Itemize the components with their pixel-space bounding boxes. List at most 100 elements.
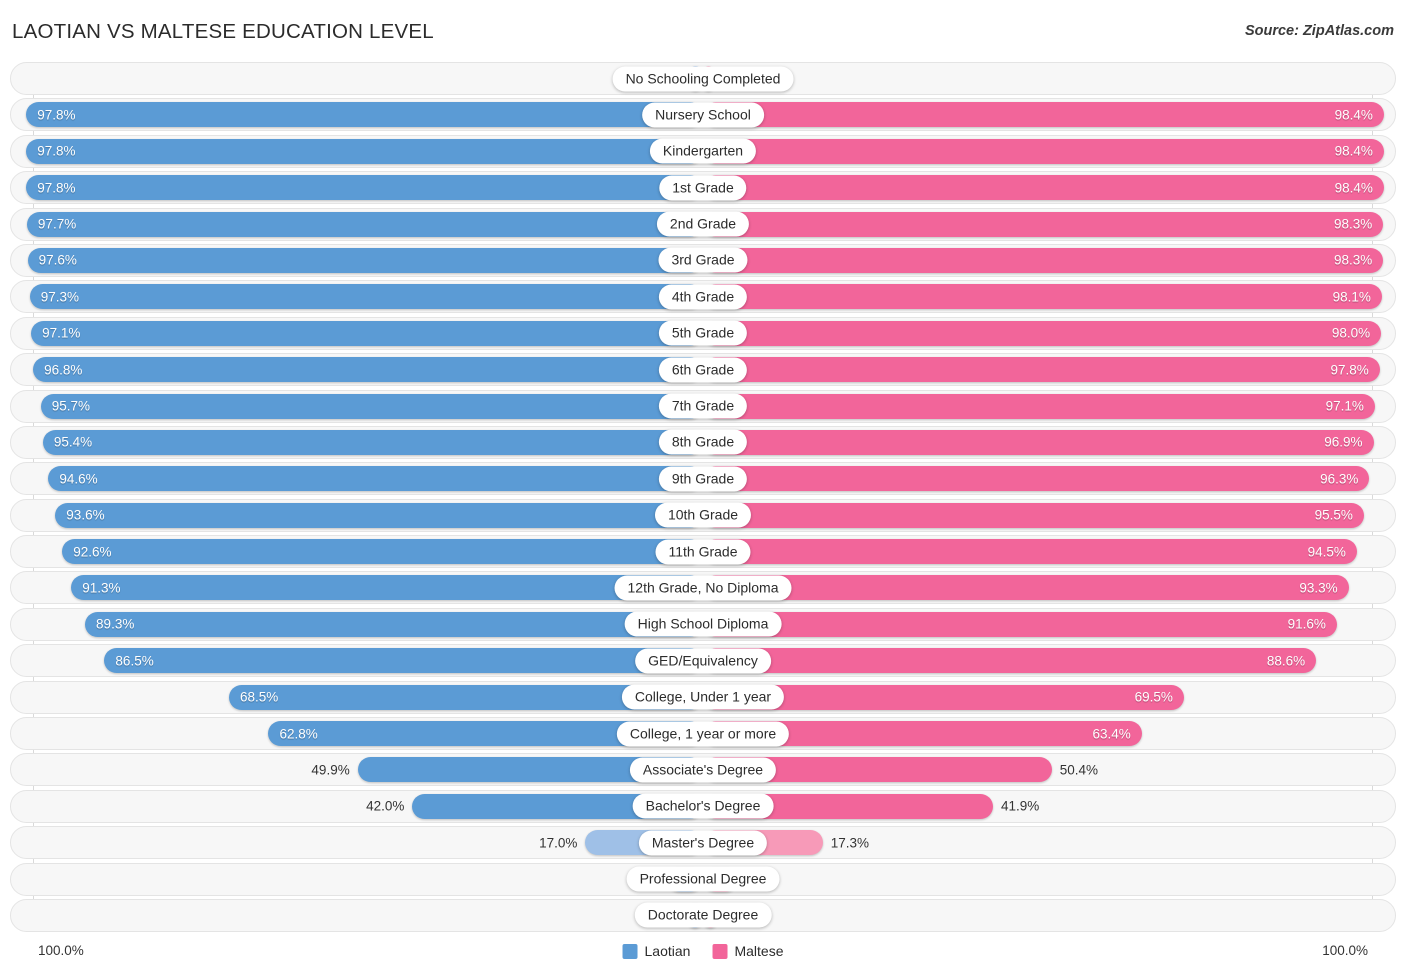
bar-laotian[interactable]: 96.8% bbox=[33, 357, 703, 383]
bar-half-maltese: 98.0% bbox=[703, 318, 1395, 349]
bar-value-laotian: 94.6% bbox=[59, 471, 98, 487]
bar-half-laotian: 2.3% bbox=[11, 900, 703, 931]
bar-maltese[interactable]: 93.3% bbox=[703, 575, 1349, 601]
bar-laotian[interactable]: 95.7% bbox=[40, 393, 703, 419]
table-row[interactable]: 42.0% 41.9% Bachelor's Degree bbox=[10, 789, 1396, 823]
table-row[interactable]: 96.8% 97.8% 6th Grade bbox=[10, 353, 1396, 387]
bar-half-maltese: 94.5% bbox=[703, 536, 1395, 567]
bar-maltese[interactable]: 96.9% bbox=[703, 429, 1374, 455]
bar-laotian[interactable]: 92.6% bbox=[62, 539, 703, 565]
bar-value-laotian: 49.9% bbox=[311, 762, 350, 778]
table-row[interactable]: 68.5% 69.5% College, Under 1 year bbox=[10, 680, 1396, 714]
bar-value-maltese: 95.5% bbox=[1314, 507, 1353, 523]
bar-maltese[interactable]: 98.4% bbox=[703, 175, 1384, 201]
bar-maltese[interactable]: 98.0% bbox=[703, 320, 1382, 346]
table-row[interactable]: 91.3% 93.3% 12th Grade, No Diploma bbox=[10, 571, 1396, 605]
table-row[interactable]: 94.6% 96.3% 9th Grade bbox=[10, 462, 1396, 496]
table-row[interactable]: 2.3%2.1%Doctorate Degree bbox=[10, 898, 1396, 932]
bar-half-laotian: 97.7% bbox=[11, 209, 703, 240]
legend-item-maltese[interactable]: Maltese bbox=[712, 943, 783, 959]
table-row[interactable]: 97.1% 98.0% 5th Grade bbox=[10, 316, 1396, 350]
chart-footer: 100.0% Laotian Maltese 100.0% bbox=[0, 937, 1406, 975]
table-row[interactable]: 97.3% 98.1% 4th Grade bbox=[10, 280, 1396, 314]
bar-half-maltese: 97.1% bbox=[703, 391, 1395, 422]
bar-maltese[interactable]: 98.3% bbox=[703, 211, 1384, 237]
bar-maltese[interactable]: 98.4% bbox=[703, 102, 1384, 128]
axis-max-left: 100.0% bbox=[38, 943, 84, 958]
bar-value-maltese: 98.4% bbox=[1334, 180, 1373, 196]
bar-value-laotian: 17.0% bbox=[539, 835, 578, 851]
bar-half-maltese: 95.5% bbox=[703, 500, 1395, 531]
bar-value-maltese: 88.6% bbox=[1266, 653, 1306, 669]
table-row[interactable]: 86.5% 88.6% GED/Equivalency bbox=[10, 644, 1396, 678]
bar-half-laotian: 91.3% bbox=[11, 572, 703, 603]
bar-half-maltese: 41.9% bbox=[703, 791, 1395, 822]
bar-laotian[interactable]: 97.6% bbox=[27, 247, 703, 273]
bar-laotian[interactable]: 97.7% bbox=[26, 211, 703, 237]
bar-maltese[interactable]: 98.1% bbox=[703, 284, 1382, 310]
bar-half-maltese: 98.4% bbox=[703, 99, 1395, 130]
bar-half-laotian: 97.6% bbox=[11, 245, 703, 276]
bar-half-maltese: 96.9% bbox=[703, 427, 1395, 458]
bar-half-maltese: 98.3% bbox=[703, 209, 1395, 240]
bar-maltese[interactable]: 96.3% bbox=[703, 466, 1370, 492]
table-row[interactable]: 95.7% 97.1% 7th Grade bbox=[10, 389, 1396, 423]
bar-laotian[interactable]: 95.4% bbox=[42, 429, 703, 455]
bar-maltese[interactable]: 98.3% bbox=[703, 247, 1384, 273]
table-row[interactable]: 93.6% 95.5% 10th Grade bbox=[10, 498, 1396, 532]
bar-half-laotian: 96.8% bbox=[11, 354, 703, 385]
axis-max-right: 100.0% bbox=[1322, 943, 1368, 958]
bar-laotian[interactable]: 97.8% bbox=[26, 102, 703, 128]
bar-half-maltese: 2.1% bbox=[703, 900, 1395, 931]
bar-laotian[interactable]: 94.6% bbox=[48, 466, 703, 492]
table-row[interactable]: 97.8% 98.4% Kindergarten bbox=[10, 134, 1396, 168]
bar-laotian[interactable]: 93.6% bbox=[55, 502, 703, 528]
bar-laotian[interactable]: 97.8% bbox=[26, 138, 703, 164]
category-label: Doctorate Degree bbox=[634, 902, 772, 928]
bar-value-laotian: 95.4% bbox=[53, 434, 93, 450]
bar-half-laotian: 97.8% bbox=[11, 172, 703, 203]
category-label: 7th Grade bbox=[658, 393, 748, 419]
bar-maltese[interactable]: 95.5% bbox=[703, 502, 1364, 528]
table-row[interactable]: 97.6% 98.3% 3rd Grade bbox=[10, 243, 1396, 277]
bar-laotian[interactable]: 86.5% bbox=[104, 648, 703, 674]
bar-half-laotian: 68.5% bbox=[11, 682, 703, 713]
bar-laotian[interactable]: 97.1% bbox=[31, 320, 703, 346]
bar-value-maltese: 98.0% bbox=[1331, 325, 1371, 341]
bar-laotian[interactable]: 91.3% bbox=[71, 575, 703, 601]
bar-half-maltese: 91.6% bbox=[703, 609, 1395, 640]
bar-half-laotian: 93.6% bbox=[11, 500, 703, 531]
category-label: 10th Grade bbox=[654, 502, 752, 528]
bar-maltese[interactable]: 97.1% bbox=[703, 393, 1375, 419]
legend-item-laotian[interactable]: Laotian bbox=[622, 943, 690, 959]
table-row[interactable]: 97.7% 98.3% 2nd Grade bbox=[10, 207, 1396, 241]
bar-laotian[interactable]: 89.3% bbox=[85, 611, 703, 637]
table-row[interactable]: 95.4% 96.9% 8th Grade bbox=[10, 425, 1396, 459]
table-row[interactable]: 5.2%5.0%Professional Degree bbox=[10, 862, 1396, 896]
table-row[interactable]: 62.8% 63.4% College, 1 year or more bbox=[10, 717, 1396, 751]
source-attribution: Source: ZipAtlas.com bbox=[1244, 23, 1394, 39]
bar-half-maltese: 98.1% bbox=[703, 281, 1395, 312]
bar-maltese[interactable]: 94.5% bbox=[703, 539, 1357, 565]
bar-maltese[interactable]: 91.6% bbox=[703, 611, 1337, 637]
bar-laotian[interactable]: 97.8% bbox=[26, 175, 703, 201]
bar-half-maltese: 98.3% bbox=[703, 245, 1395, 276]
table-row[interactable]: 97.8% 98.4% Nursery School bbox=[10, 98, 1396, 132]
category-label: 3rd Grade bbox=[658, 247, 748, 273]
table-row[interactable]: 17.0% 17.3% Master's Degree bbox=[10, 826, 1396, 860]
table-row[interactable]: 97.8% 98.4% 1st Grade bbox=[10, 171, 1396, 205]
bar-laotian[interactable]: 97.3% bbox=[29, 284, 703, 310]
category-label: 12th Grade, No Diploma bbox=[614, 575, 792, 601]
bar-value-maltese: 93.3% bbox=[1299, 580, 1338, 596]
table-row[interactable]: 2.2%1.6%No Schooling Completed bbox=[10, 62, 1396, 95]
bar-value-maltese: 98.3% bbox=[1333, 252, 1373, 268]
table-row[interactable]: 92.6% 94.5% 11th Grade bbox=[10, 535, 1396, 569]
bar-maltese[interactable]: 98.4% bbox=[703, 138, 1384, 164]
bar-half-laotian: 92.6% bbox=[11, 536, 703, 567]
table-row[interactable]: 89.3% 91.6% High School Diploma bbox=[10, 607, 1396, 641]
category-label: Associate's Degree bbox=[629, 757, 777, 783]
table-row[interactable]: 49.9% 50.4% Associate's Degree bbox=[10, 753, 1396, 787]
bar-maltese[interactable]: 88.6% bbox=[703, 648, 1317, 674]
bar-half-maltese: 98.4% bbox=[703, 172, 1395, 203]
bar-maltese[interactable]: 97.8% bbox=[703, 357, 1380, 383]
